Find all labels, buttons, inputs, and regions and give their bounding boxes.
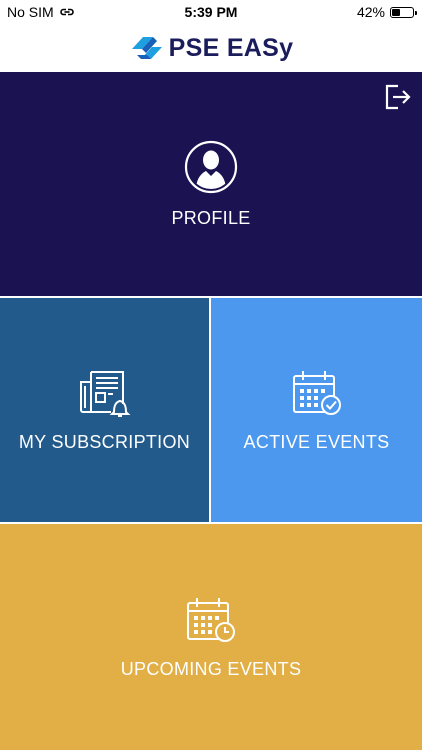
battery-percent: 42% (356, 4, 385, 20)
active-events-label: ACTIVE EVENTS (243, 431, 390, 452)
profile-tile[interactable]: PROFILE (0, 72, 422, 296)
upcoming-events-tile[interactable]: UPCOMING EVENTS (0, 524, 422, 750)
calendar-check-icon (292, 370, 341, 415)
user-avatar-icon (184, 140, 238, 193)
logout-icon[interactable] (382, 82, 412, 112)
app-header: PSE EASy (0, 24, 422, 72)
profile-label: PROFILE (171, 207, 251, 228)
newspaper-bell-icon (79, 370, 130, 417)
calendar-clock-icon (187, 597, 235, 642)
pse-logo-icon (131, 37, 162, 59)
logo-text: PSE EASy (168, 33, 294, 62)
status-right: 42% (356, 4, 417, 20)
my-subscription-label: MY SUBSCRIPTION (18, 431, 191, 452)
battery-icon (390, 6, 417, 18)
status-bar: No SIM 5:39 PM 42% (0, 0, 422, 24)
my-subscription-tile[interactable]: MY SUBSCRIPTION (0, 298, 209, 522)
active-events-tile[interactable]: ACTIVE EVENTS (211, 298, 422, 522)
upcoming-events-label: UPCOMING EVENTS (120, 658, 302, 679)
app-logo: PSE EASy (129, 33, 294, 63)
battery-fill (392, 8, 400, 16)
